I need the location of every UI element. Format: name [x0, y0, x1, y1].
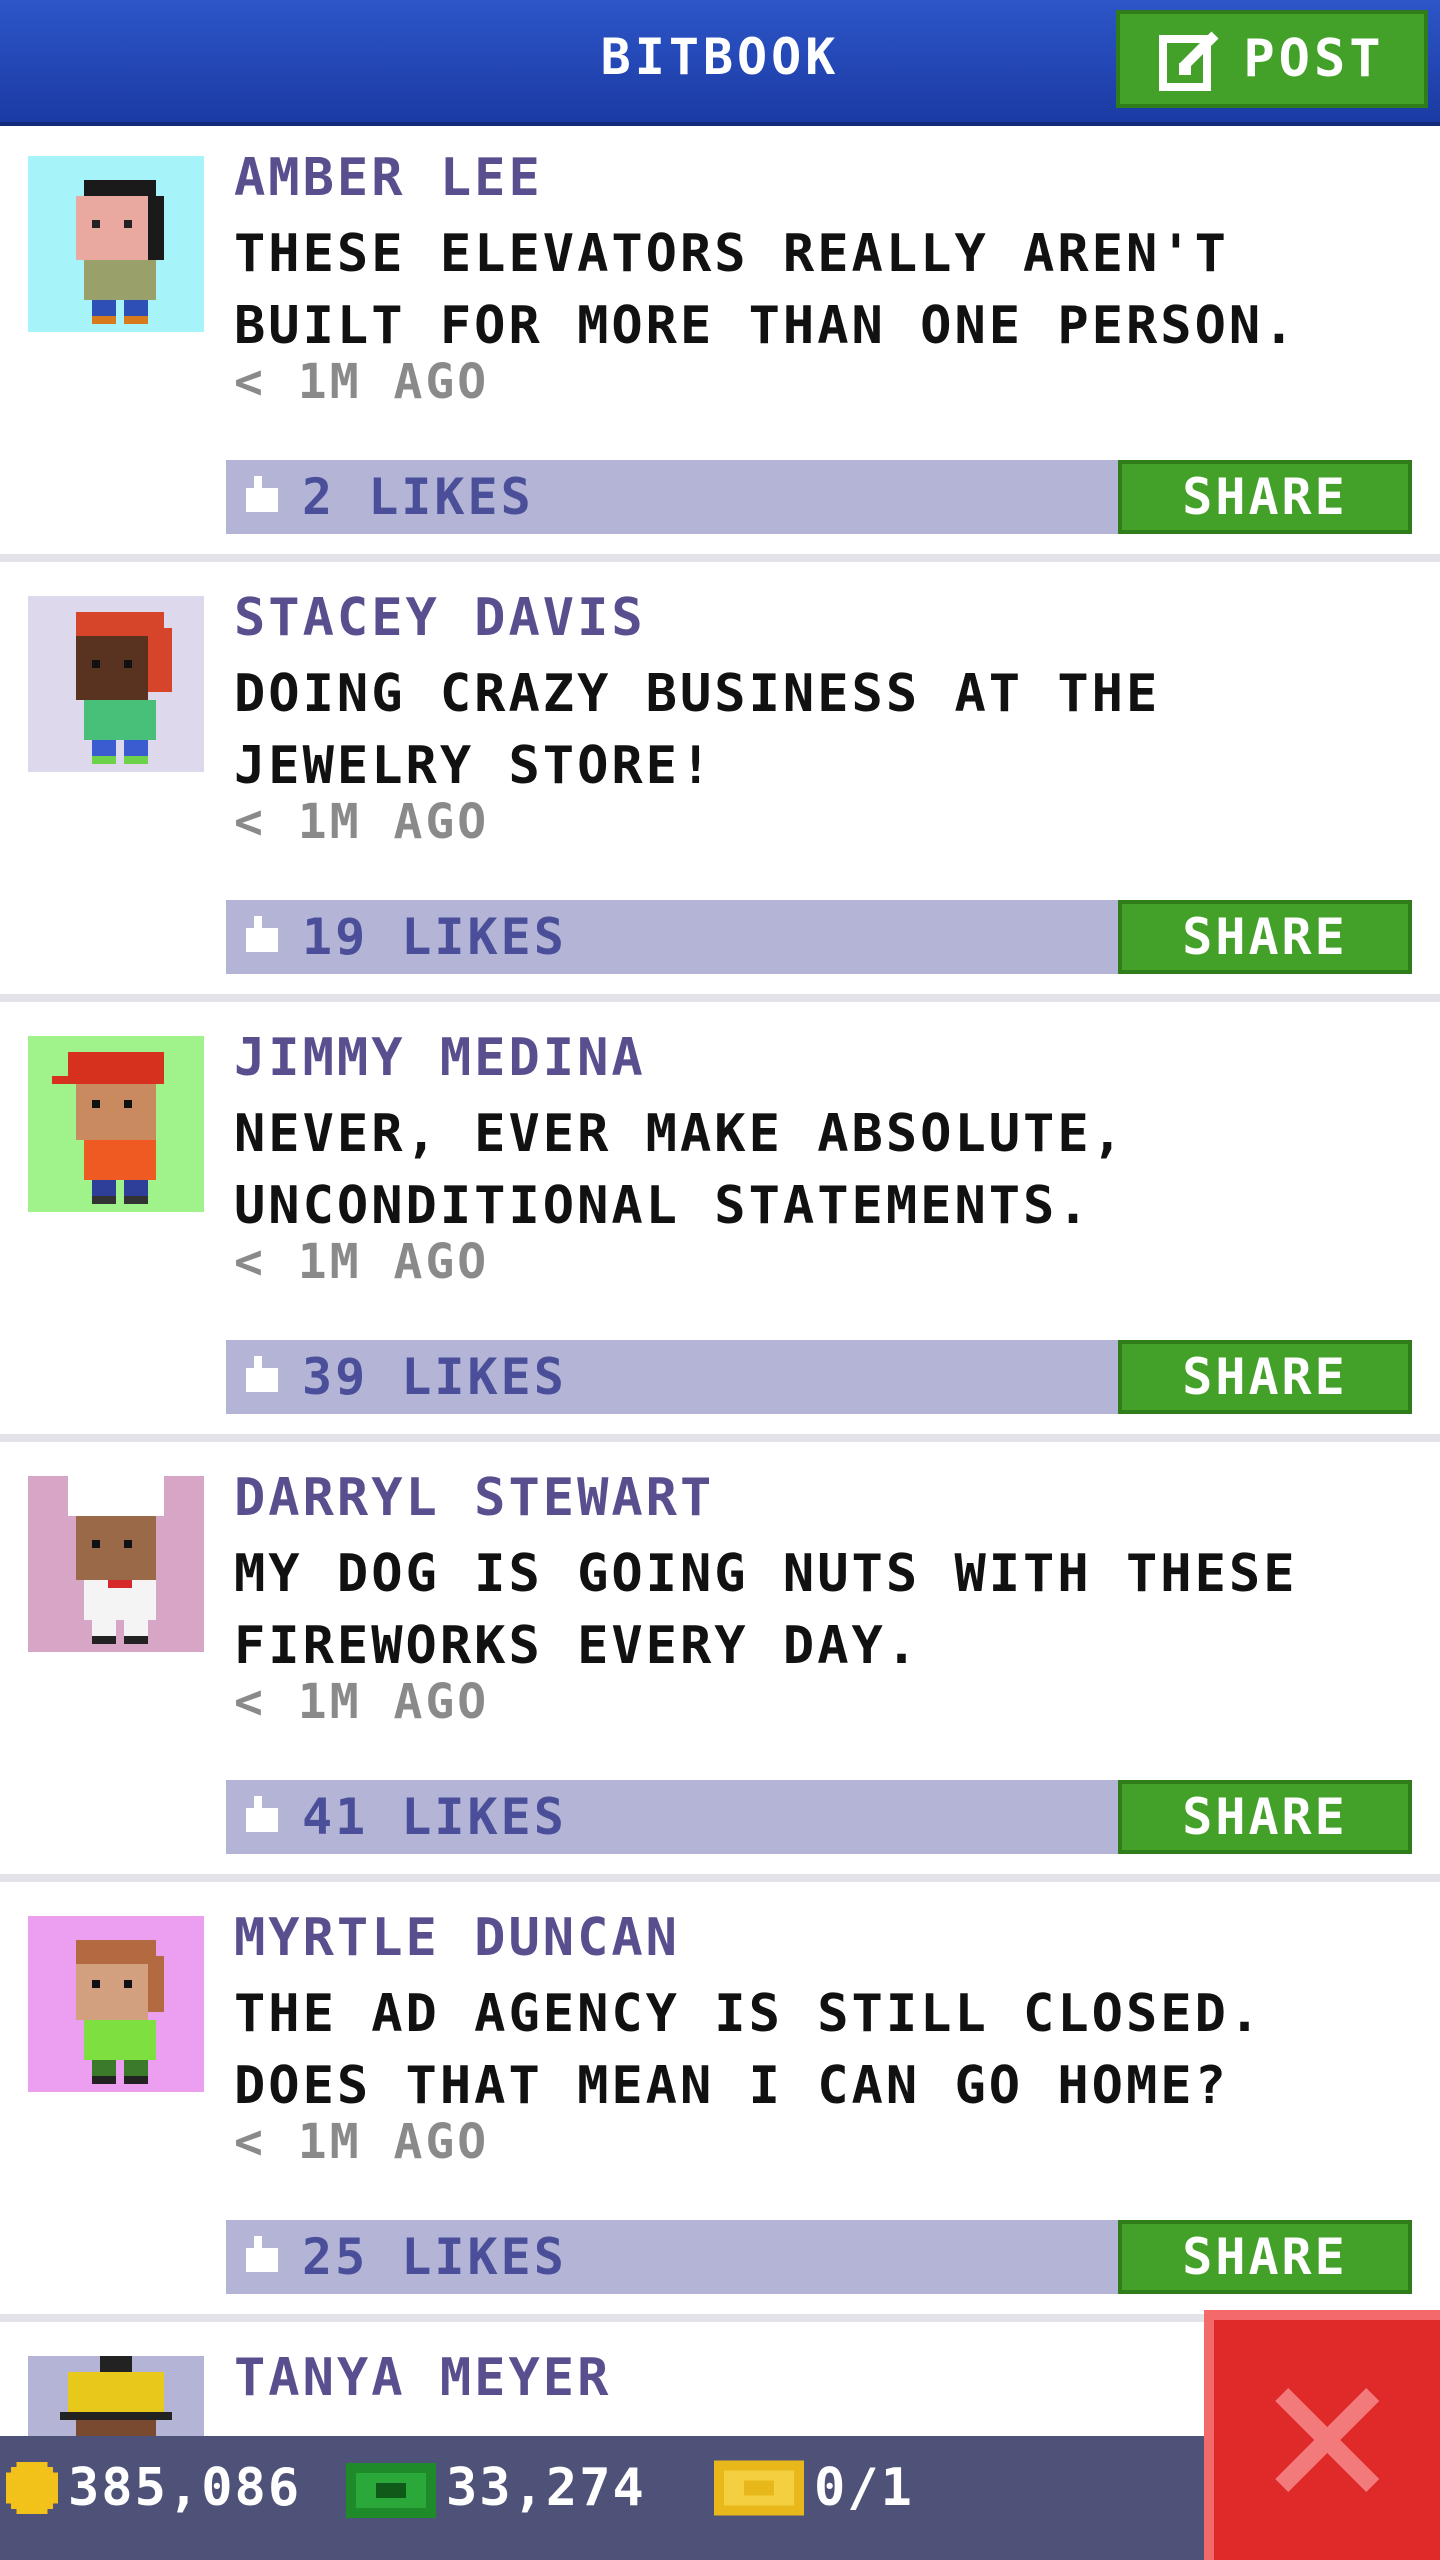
tickets-stat: 0/1 — [714, 2458, 914, 2518]
likes-count: 2 LIKES — [302, 468, 534, 526]
feed-post: DARRYL STEWART MY DOG IS GOING NUTS WITH… — [0, 1446, 1440, 1886]
post-message: NEVER, EVER MAKE ABSOLUTE, UNCONDITIONAL… — [234, 1104, 1126, 1236]
divider — [0, 554, 1440, 562]
coins-stat: 385,086 — [6, 2458, 301, 2518]
app-header: BITBOOK POST — [0, 0, 1440, 126]
post-message: THE AD AGENCY IS STILL CLOSED. DOES THAT… — [234, 1984, 1264, 2116]
share-button[interactable]: SHARE — [1118, 460, 1412, 534]
thumbs-up-icon[interactable] — [242, 476, 282, 516]
thumbs-up-icon[interactable] — [242, 1796, 282, 1836]
avatar[interactable] — [28, 596, 204, 772]
ticket-icon — [714, 2460, 804, 2516]
avatar[interactable] — [28, 156, 204, 332]
cash-icon — [346, 2463, 436, 2518]
divider — [0, 994, 1440, 1002]
bux-value: 33,274 — [446, 2458, 646, 2518]
likes-count: 39 LIKES — [302, 1348, 567, 1406]
likes-bar: 2 LIKES SHARE — [226, 460, 1412, 534]
feed-post: MYRTLE DUNCAN THE AD AGENCY IS STILL CLO… — [0, 1886, 1440, 2326]
post-button-label: POST — [1243, 29, 1385, 89]
edit-icon — [1159, 31, 1219, 91]
coins-value: 385,086 — [68, 2458, 302, 2518]
feed-post: JIMMY MEDINA NEVER, EVER MAKE ABSOLUTE, … — [0, 1006, 1440, 1446]
share-button[interactable]: SHARE — [1118, 1780, 1412, 1854]
share-button[interactable]: SHARE — [1118, 2220, 1412, 2294]
likes-bar: 41 LIKES SHARE — [226, 1780, 1412, 1854]
avatar[interactable] — [28, 1476, 204, 1652]
post-message: THESE ELEVATORS REALLY AREN'T BUILT FOR … — [234, 224, 1298, 356]
post-timestamp: < 1M AGO — [234, 1674, 490, 1730]
close-icon — [1275, 2388, 1379, 2492]
divider — [0, 1434, 1440, 1442]
share-button[interactable]: SHARE — [1118, 1340, 1412, 1414]
feed-post: AMBER LEE THESE ELEVATORS REALLY AREN'T … — [0, 126, 1440, 566]
post-author[interactable]: MYRTLE DUNCAN — [234, 1908, 680, 1968]
post-message: MY DOG IS GOING NUTS WITH THESE FIREWORK… — [234, 1544, 1298, 1676]
post-author[interactable]: DARRYL STEWART — [234, 1468, 714, 1528]
likes-count: 41 LIKES — [302, 1788, 567, 1846]
feed-post: STACEY DAVIS DOING CRAZY BUSINESS AT THE… — [0, 566, 1440, 1006]
tickets-value: 0/1 — [814, 2458, 914, 2518]
share-button[interactable]: SHARE — [1118, 900, 1412, 974]
post-author[interactable]: JIMMY MEDINA — [234, 1028, 646, 1088]
post-author[interactable]: AMBER LEE — [234, 148, 543, 208]
likes-bar: 19 LIKES SHARE — [226, 900, 1412, 974]
coin-icon — [6, 2462, 58, 2514]
thumbs-up-icon[interactable] — [242, 2236, 282, 2276]
post-button[interactable]: POST — [1116, 10, 1428, 108]
thumbs-up-icon[interactable] — [242, 916, 282, 956]
likes-count: 25 LIKES — [302, 2228, 567, 2286]
likes-count: 19 LIKES — [302, 908, 567, 966]
likes-bar: 25 LIKES SHARE — [226, 2220, 1412, 2294]
divider — [0, 1874, 1440, 1882]
post-timestamp: < 1M AGO — [234, 794, 490, 850]
likes-bar: 39 LIKES SHARE — [226, 1340, 1412, 1414]
post-timestamp: < 1M AGO — [234, 2114, 490, 2170]
post-timestamp: < 1M AGO — [234, 354, 490, 410]
post-message: DOING CRAZY BUSINESS AT THE JEWELRY STOR… — [234, 664, 1161, 796]
bux-stat: 33,274 — [346, 2458, 646, 2518]
close-button[interactable] — [1204, 2310, 1440, 2560]
avatar[interactable] — [28, 2356, 204, 2436]
avatar[interactable] — [28, 1916, 204, 2092]
post-author[interactable]: STACEY DAVIS — [234, 588, 646, 648]
post-author[interactable]: TANYA MEYER — [234, 2348, 611, 2408]
thumbs-up-icon[interactable] — [242, 1356, 282, 1396]
avatar[interactable] — [28, 1036, 204, 1212]
post-timestamp: < 1M AGO — [234, 1234, 490, 1290]
